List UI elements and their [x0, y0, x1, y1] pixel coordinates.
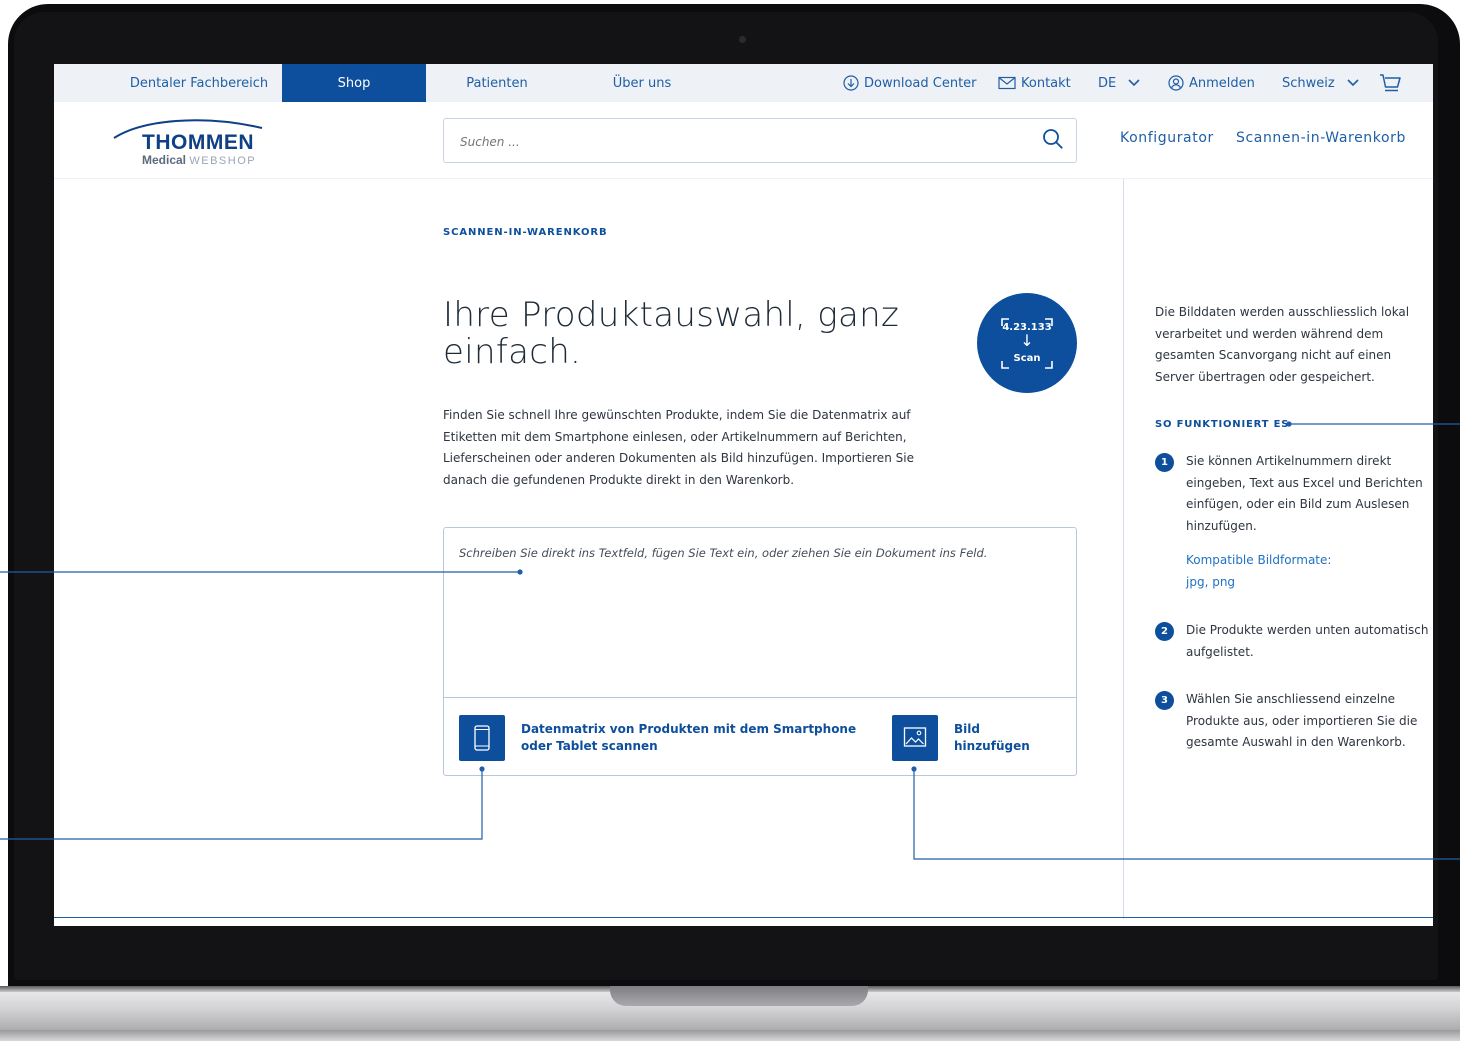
privacy-note: Die Bilddaten werden ausschliesslich lok… [1155, 305, 1410, 384]
webcam [739, 36, 746, 43]
content-bottom-rule [54, 917, 1433, 918]
image-icon [903, 727, 927, 747]
add-image-label: Bild hinzufügen [954, 722, 1030, 753]
mail-icon [998, 76, 1016, 89]
search-icon[interactable] [1042, 128, 1064, 150]
intro-text: Finden Sie schnell Ihre gewünschten Prod… [443, 408, 914, 487]
sidebar-divider [1123, 179, 1124, 919]
top-navigation-bar: Dentaler Fachbereich Shop Patienten Über… [54, 64, 1433, 102]
cart-button[interactable] [1379, 64, 1406, 102]
nav-konfigurator[interactable]: Konfigurator [1120, 130, 1214, 146]
article-input-field[interactable]: Schreiben Sie direkt ins Textfeld, fügen… [459, 546, 987, 560]
browser-screen: Dentaler Fachbereich Shop Patienten Über… [54, 64, 1433, 926]
laptop-base-shadow [0, 1030, 1460, 1041]
badge-arrow-icon: ↓ [1020, 331, 1034, 350]
tab-dentaler-fachbereich[interactable]: Dentaler Fachbereich [116, 64, 282, 102]
breadcrumb: SCANNEN-IN-WARENKORB [443, 227, 608, 238]
chevron-down-icon [1128, 78, 1140, 86]
compatible-formats: Kompatible Bildformate: jpg, png [1186, 550, 1386, 593]
scan-input-card: Schreiben Sie direkt ins Textfeld, fügen… [443, 527, 1077, 776]
site-header: THOMMEN Medical WEBSHOP Konfigurator Sca… [54, 102, 1433, 179]
card-divider [444, 697, 1076, 698]
step-number-badge: 3 [1155, 691, 1174, 710]
step-number-badge: 1 [1155, 453, 1174, 472]
tab-patienten[interactable]: Patienten [442, 64, 552, 102]
page-content: SCANNEN-IN-WARENKORB Ihre Produktauswahl… [54, 179, 1433, 926]
contact-label: Kontakt [1021, 76, 1071, 91]
step-number-badge: 2 [1155, 622, 1174, 641]
step-text: Sie können Artikelnummern direkt eingebe… [1186, 454, 1423, 533]
search-input[interactable] [458, 119, 1022, 164]
tab-ueber-uns[interactable]: Über uns [592, 64, 692, 102]
language-selector[interactable]: DE [1098, 64, 1145, 102]
scan-badge: 4.23.133 ↓ Scan [977, 293, 1077, 393]
search-box [443, 118, 1077, 164]
step-text: Die Produkte werden unten automatisch au… [1186, 623, 1429, 659]
contact-link[interactable]: Kontakt [998, 64, 1071, 102]
cart-icon [1380, 73, 1401, 91]
laptop-hinge-notch [610, 986, 868, 1006]
how-it-works-heading: SO FUNKTIONIERT ES [1155, 419, 1290, 430]
smartphone-icon [474, 725, 490, 751]
thommen-logo[interactable]: THOMMEN Medical WEBSHOP [112, 116, 282, 167]
step-text: Wählen Sie anschliessend einzelne Produk… [1186, 692, 1418, 749]
download-center-link[interactable]: Download Center [843, 64, 977, 102]
compatible-formats-label: Kompatible Bildformate: [1186, 553, 1332, 567]
badge-scan-label: Scan [1013, 353, 1041, 364]
logo-sub-medical: Medical [142, 153, 187, 167]
compatible-formats-value: jpg, png [1186, 574, 1236, 589]
login-link[interactable]: Anmelden [1168, 64, 1255, 102]
country-label: Schweiz [1282, 76, 1335, 91]
logo-sub-webshop: WEBSHOP [189, 155, 257, 167]
logo-subline: Medical WEBSHOP [142, 153, 256, 167]
chevron-down-icon [1347, 78, 1359, 86]
download-center-label: Download Center [864, 76, 977, 91]
image-icon-box [892, 715, 938, 761]
language-label: DE [1098, 76, 1117, 91]
logo-wordmark: THOMMEN [142, 131, 254, 154]
scan-datamatrix-label: Datenmatrix von Produkten mit dem Smartp… [521, 722, 857, 753]
login-label: Anmelden [1189, 76, 1255, 91]
download-icon [843, 74, 859, 91]
smartphone-icon-box [459, 715, 505, 761]
page-title: Ihre Produktauswahl, ganz einfach. [443, 295, 900, 372]
tab-shop[interactable]: Shop [282, 64, 426, 102]
country-selector[interactable]: Schweiz [1282, 64, 1364, 102]
nav-scannen-in-warenkorb[interactable]: Scannen-in-Warenkorb [1236, 130, 1406, 146]
user-icon [1168, 74, 1184, 91]
